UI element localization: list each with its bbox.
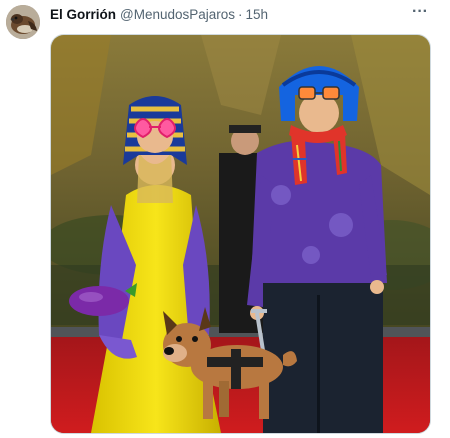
timestamp[interactable]: 15h xyxy=(246,7,269,22)
user-handle[interactable]: @MenudosPajaros xyxy=(120,7,235,22)
tweet-photo[interactable] xyxy=(50,34,431,434)
photo-scene xyxy=(51,35,430,433)
tweet-header: El Gorrión @MenudosPajaros · 15h xyxy=(50,5,268,23)
pharaoh-headdress xyxy=(123,96,187,165)
display-name[interactable]: El Gorrión xyxy=(50,7,116,22)
tweet[interactable]: El Gorrión @MenudosPajaros · 15h ··· xyxy=(0,0,450,438)
more-horizontal-icon[interactable]: ··· xyxy=(410,4,430,23)
avatar[interactable] xyxy=(6,5,40,39)
separator-dot: · xyxy=(238,6,243,22)
sparrow-avatar-image xyxy=(6,5,40,39)
